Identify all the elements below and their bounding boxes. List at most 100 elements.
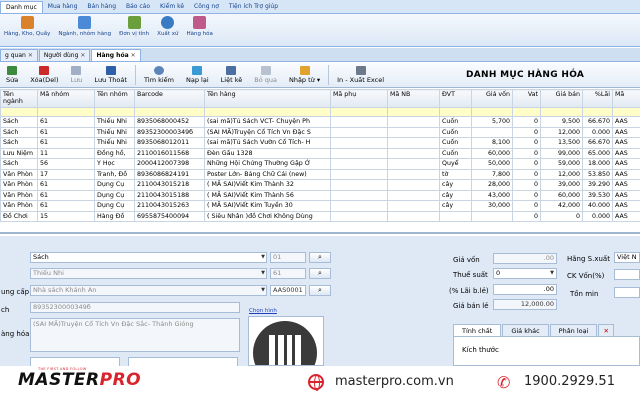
table-row[interactable]: Văn Phòn 61 Dụng Cụ 2110043015218( MÃ SAI)V… [0, 179, 640, 191]
filter-cell[interactable] [94, 107, 135, 117]
tab-tong-quan[interactable]: g quan ✕ [0, 49, 38, 61]
filter-cell[interactable] [387, 107, 440, 117]
table-row[interactable]: Sách 61 Thiếu Nhi 8935230000349б (SAI MÃ)Tru… [0, 126, 640, 138]
ck-von-field[interactable] [614, 269, 640, 280]
ribbon-don-vi-tinh[interactable]: Đơn vị tính [115, 14, 153, 46]
menu-bao-cao[interactable]: Báo cáo [121, 1, 155, 13]
table-cell: Đồng hồ, [94, 147, 135, 159]
filter-cell[interactable] [0, 107, 38, 117]
reload-button[interactable]: Nạp lại [180, 66, 215, 84]
table-cell: Thiếu Nhi [94, 116, 135, 128]
close-icon[interactable]: ✕ [131, 50, 136, 62]
gia-ban-le-field[interactable]: 12,000.00 [493, 299, 557, 310]
filter-cell[interactable] [204, 107, 331, 117]
search-icon[interactable]: ⌕ [309, 285, 331, 296]
table-cell [330, 210, 388, 222]
table-cell [387, 126, 440, 138]
filter-cell[interactable] [37, 107, 95, 117]
print-export-button[interactable]: In - Xuất Excel [331, 66, 390, 84]
column-header[interactable]: Mã [612, 89, 640, 108]
filter-cell[interactable] [612, 107, 640, 117]
column-header[interactable]: Mã phụ [330, 89, 388, 108]
column-header[interactable]: Tên nhóm [94, 89, 135, 108]
search-button[interactable]: Tìm kiếm [138, 66, 180, 84]
menu-kiem-ke[interactable]: Kiểm kê [155, 1, 189, 13]
barcode-field[interactable]: 8935230000349б [30, 302, 240, 313]
filter-cell[interactable] [471, 107, 513, 117]
column-header[interactable]: Giá bán [540, 89, 583, 108]
thue-suat-select[interactable]: 0 [493, 268, 557, 279]
column-header[interactable]: %Lãi [582, 89, 613, 108]
table-row[interactable]: Sách 61 Thiếu Nhi 8935068012011 (sai mã)Tủ S… [0, 137, 640, 149]
table-row[interactable]: Đồ Chơi 15 Hàng Đồ 6955875400094( Siêu Nhân… [0, 210, 640, 222]
filter-cell[interactable] [582, 107, 613, 117]
table-row[interactable]: Sách 61 Thiếu Nhi 8935068000452 (sai mã)Tủ S… [0, 116, 640, 128]
ton-min-field[interactable] [614, 287, 640, 298]
table-row[interactable]: Lưu Niệm 11 Đồng hồ, 2110016011568 Đèn Gấu 1… [0, 147, 640, 159]
table-cell [330, 137, 388, 149]
filter-cell[interactable] [330, 107, 388, 117]
filter-cell[interactable] [512, 107, 541, 117]
column-header[interactable]: Tên hàng [204, 89, 331, 108]
chevron-down-icon[interactable]: ▼ [260, 269, 266, 278]
search-icon[interactable]: ⌕ [309, 268, 331, 279]
chevron-down-icon[interactable]: ▼ [549, 269, 555, 278]
search-icon[interactable]: ⌕ [309, 252, 331, 263]
filter-row[interactable] [0, 107, 640, 117]
table-row[interactable]: Sách 56 Y Học 2000412007398 Những Hội Chứng … [0, 158, 640, 170]
chevron-down-icon[interactable]: ▼ [260, 286, 266, 295]
ribbon-xuat-xu[interactable]: Xuất xứ [153, 14, 182, 46]
table-row[interactable]: Văn Phòn 17 Tranh, Đồ 8936086824191 Poster L… [0, 168, 640, 180]
menu-mua-hang[interactable]: Mua hàng [43, 1, 83, 13]
ribbon-hang-kho-quay[interactable]: Hàng, Kho, Quầy [0, 14, 54, 46]
column-header[interactable]: Mã nhóm [37, 89, 95, 108]
delete-button[interactable]: Xóa(Del) [24, 66, 64, 84]
close-icon[interactable]: ✕ [80, 50, 85, 62]
column-header[interactable]: ĐVT [439, 89, 472, 108]
gia-von-field[interactable]: .00 [493, 253, 557, 264]
ncc-code-field[interactable]: AAS0001 [270, 285, 306, 296]
close-icon[interactable]: ✕ [28, 50, 33, 62]
filter-cell[interactable] [134, 107, 205, 117]
column-header[interactable]: Tên ngành [0, 89, 38, 108]
tab-nguoi-dung[interactable]: Người dùng ✕ [38, 49, 91, 62]
filter-cell[interactable] [439, 107, 472, 117]
nganh-select[interactable]: Sách [30, 252, 267, 263]
table-cell: Hàng Đồ [94, 210, 135, 222]
column-header[interactable]: Barcode [134, 89, 205, 108]
import-button[interactable]: Nhập từ ▾ [283, 66, 326, 84]
menu-danh-muc[interactable]: Danh mục [0, 1, 43, 13]
chevron-down-icon[interactable]: ▼ [260, 253, 266, 262]
ncc-select[interactable]: Nhà sách Khánh An [30, 285, 267, 296]
table-cell: Thiếu Nhi [94, 137, 135, 149]
list-button[interactable]: Liệt kê [215, 66, 249, 84]
filter-cell[interactable] [540, 107, 583, 117]
table-cell: Sách [0, 158, 38, 170]
edit-button[interactable]: Sửa [0, 66, 24, 84]
table-cell: 0 [512, 137, 541, 149]
table-cell [330, 189, 388, 201]
column-header[interactable]: Giá vốn [471, 89, 513, 108]
menu-ban-hang[interactable]: Bán hàng [82, 1, 121, 13]
save-button[interactable]: Lưu [65, 66, 89, 84]
table-row[interactable]: Văn Phòn 61 Dụng Cụ 2110043015263( MÃ SAI)V… [0, 200, 640, 212]
lai-field[interactable]: .00 [493, 284, 557, 295]
table-cell: 17 [37, 168, 95, 180]
ribbon-nganh-nhom[interactable]: Ngành, nhóm hàng [54, 14, 115, 46]
nhom-select[interactable]: Thiếu Nhi [30, 268, 267, 279]
choose-image-link[interactable]: Chọn hình [249, 308, 277, 314]
save-exit-button[interactable]: Lưu Thoát [88, 66, 133, 84]
menu-tien-ich[interactable]: Tiện ích Trợ giúp [224, 1, 283, 13]
column-header[interactable]: Vat [512, 89, 541, 108]
menu-cong-no[interactable]: Công nợ [189, 1, 224, 13]
ten-hang-field[interactable]: (SAI MÃ)Truyện Cổ Tích Vn Đặc Sắc- Thánh… [30, 318, 240, 352]
table-row[interactable]: Văn Phòn 61 Dụng Cụ 2110043015188( MÃ SAI)V… [0, 189, 640, 201]
nhom-code-field[interactable]: 61 [270, 268, 306, 279]
tab-hang-hoa[interactable]: Hàng hóa ✕ [91, 49, 141, 62]
nganh-code-field[interactable]: 01 [270, 252, 306, 263]
ribbon-label: Hàng hóa [186, 31, 213, 37]
column-header[interactable]: Mã NB [387, 89, 440, 108]
cancel-button[interactable]: Bỏ qua [248, 66, 283, 84]
hang-sx-field[interactable]: Việt N [614, 252, 640, 263]
ribbon-hang-hoa[interactable]: Hàng hóa [182, 14, 216, 46]
